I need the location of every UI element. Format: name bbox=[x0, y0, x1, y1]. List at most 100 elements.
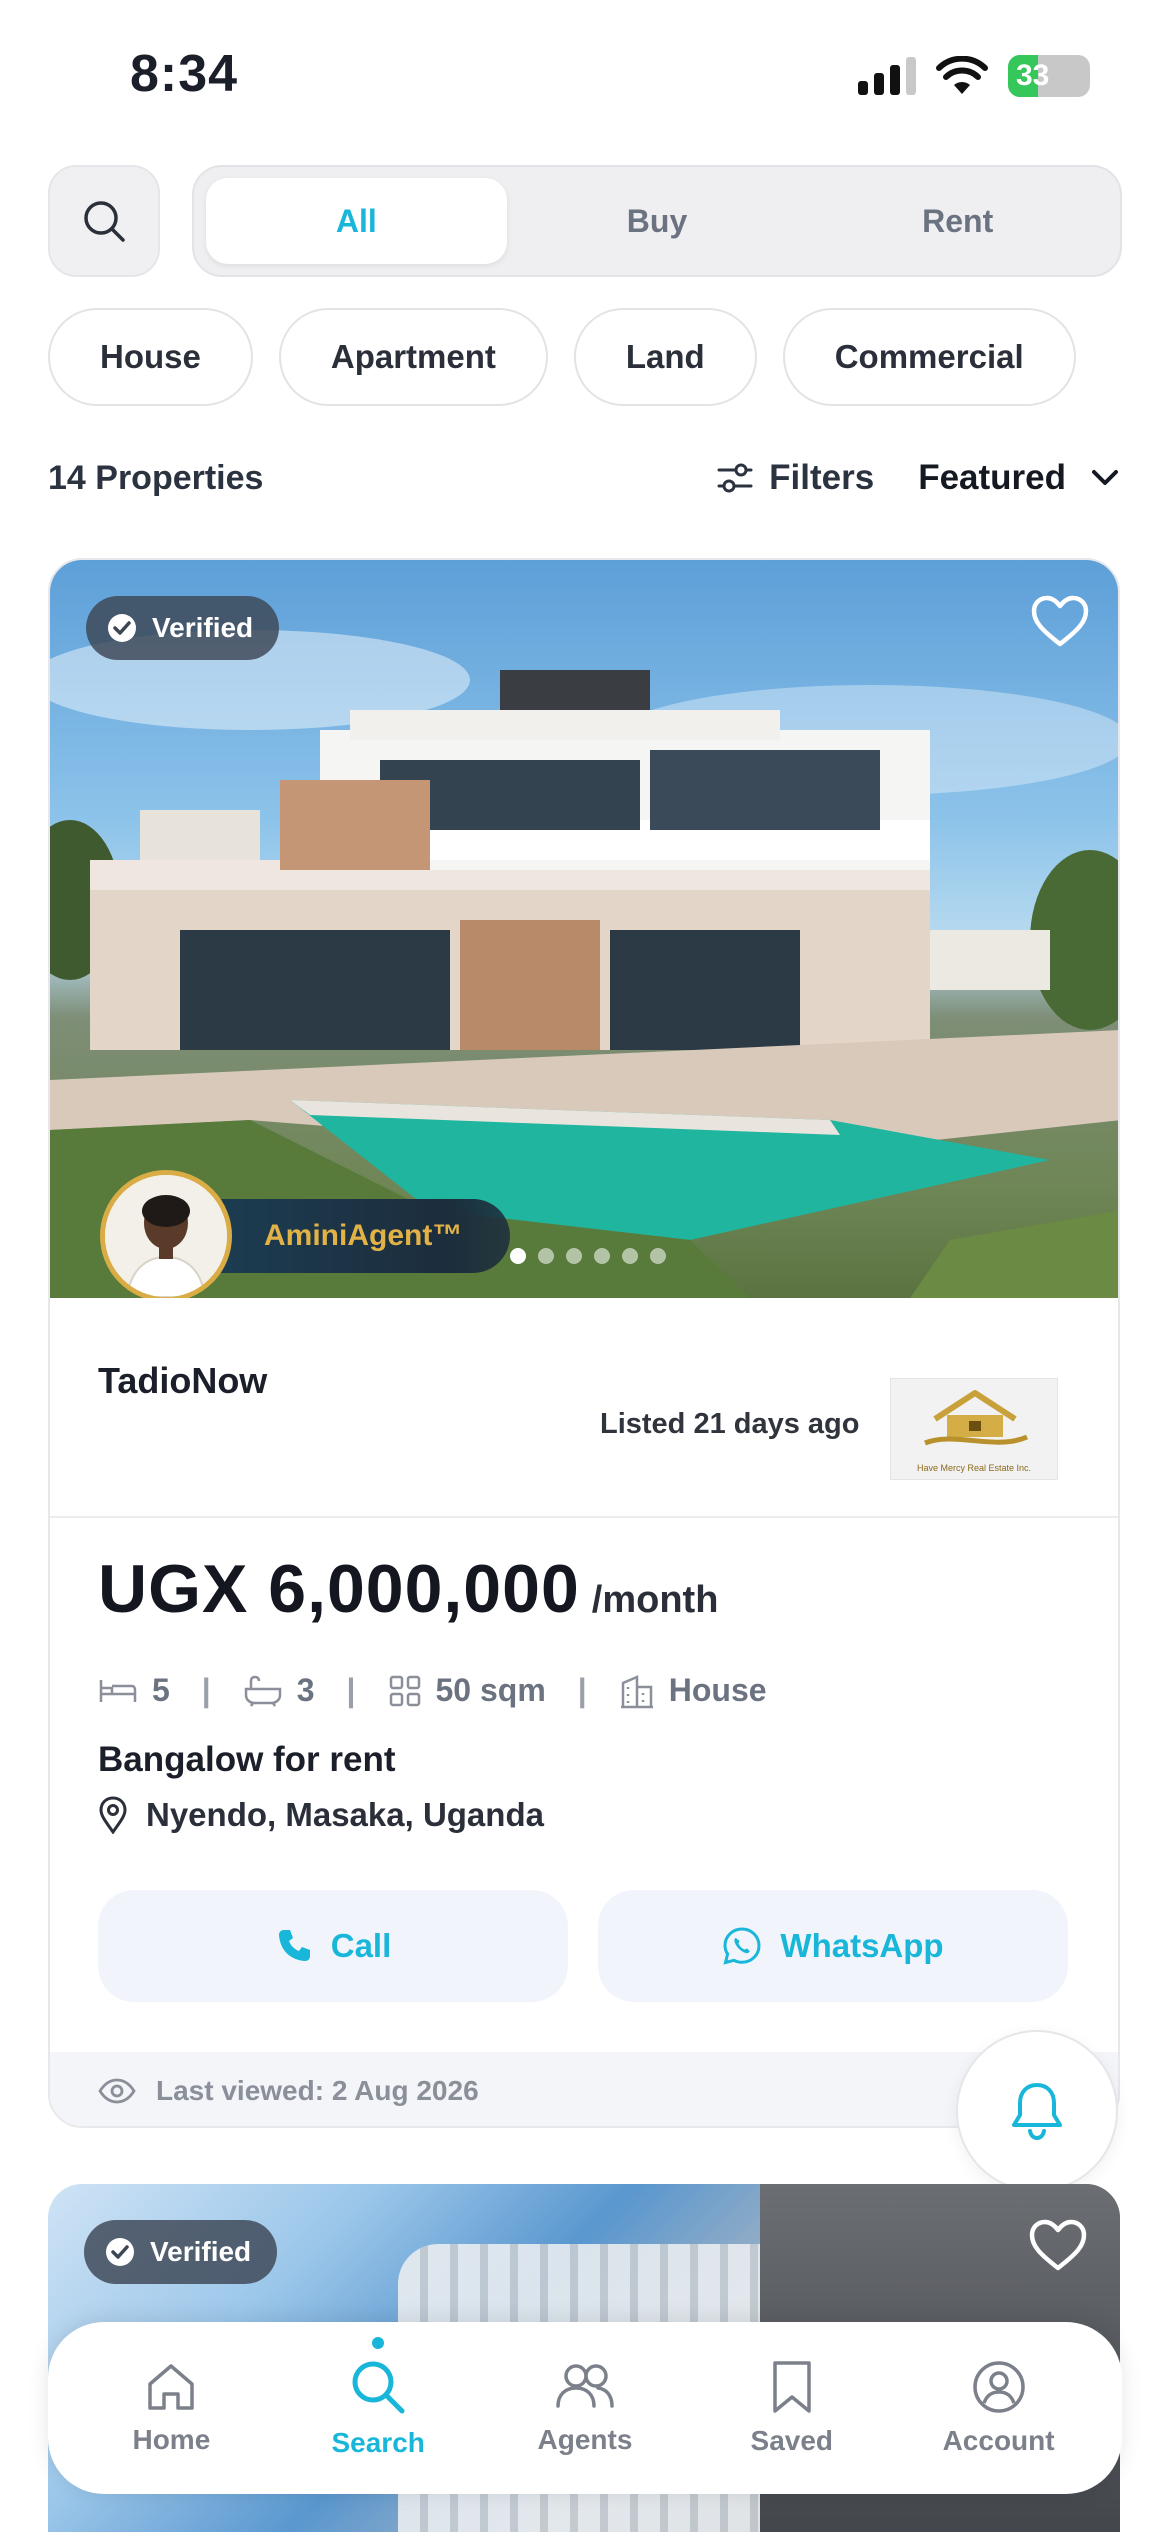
agency-logo[interactable]: Have Mercy Real Estate Inc. bbox=[890, 1378, 1058, 1480]
agents-icon bbox=[556, 2364, 614, 2408]
photo-dot[interactable] bbox=[622, 1248, 638, 1264]
area-value: 50 sqm bbox=[435, 1672, 546, 1708]
card-divider bbox=[50, 1516, 1118, 1518]
chip-apartment[interactable]: Apartment bbox=[278, 308, 548, 406]
agent-name: AminiAgent™ bbox=[208, 1199, 511, 1273]
alerts-button[interactable] bbox=[956, 2030, 1118, 2192]
phone-icon bbox=[278, 1930, 310, 1961]
whatsapp-label: WhatsApp bbox=[780, 1927, 944, 1964]
results-bar: 14 Properties Filters Featured bbox=[48, 450, 1120, 506]
battery-level: 33 bbox=[1016, 59, 1050, 92]
verified-label: Verified bbox=[152, 612, 254, 643]
listing-type-segment: All Buy Rent bbox=[192, 165, 1122, 277]
bottom-nav: Home Search Agents Saved Account bbox=[48, 2322, 1122, 2494]
verified-label: Verified bbox=[150, 2236, 252, 2267]
listing-title[interactable]: Bangalow for rent bbox=[98, 1740, 396, 1780]
photo-dot[interactable] bbox=[510, 1248, 526, 1264]
nav-search-label: Search bbox=[331, 2427, 425, 2458]
search-icon bbox=[84, 201, 125, 242]
segment-rent[interactable]: Rent bbox=[807, 178, 1108, 264]
favorite-heart-icon[interactable] bbox=[1028, 2218, 1088, 2274]
chevron-down-icon bbox=[1092, 470, 1118, 485]
bell-icon bbox=[1012, 2083, 1062, 2141]
active-indicator-dot bbox=[372, 2337, 385, 2349]
sliders-icon bbox=[717, 463, 753, 493]
nav-agents[interactable]: Agents bbox=[490, 2360, 680, 2456]
listed-date: Listed 21 days ago bbox=[600, 1408, 860, 1440]
agency-name[interactable]: TadioNow bbox=[98, 1360, 267, 1402]
location-text: Nyendo, Masaka, Uganda bbox=[146, 1796, 544, 1833]
listing-location: Nyendo, Masaka, Uganda bbox=[98, 1796, 544, 1834]
sort-label: Featured bbox=[918, 458, 1066, 497]
agent-pill[interactable]: AminiAgent™ bbox=[100, 1170, 511, 1298]
spec-separator: | bbox=[346, 1672, 356, 1708]
segment-buy[interactable]: Buy bbox=[507, 178, 808, 264]
results-count: 14 Properties bbox=[48, 458, 264, 497]
nav-saved[interactable]: Saved bbox=[697, 2359, 887, 2457]
listing-photo[interactable]: Verified AminiAgent™ bbox=[50, 560, 1118, 1298]
status-time: 8:34 bbox=[130, 45, 239, 103]
photo-dot[interactable] bbox=[538, 1248, 554, 1264]
category-chips: House Apartment Land Commercial bbox=[48, 308, 1076, 406]
photo-dot[interactable] bbox=[650, 1248, 666, 1264]
price-amount: UGX 6,000,000 bbox=[98, 1551, 580, 1627]
bookmark-icon bbox=[773, 2361, 811, 2413]
property-specs: 5 | 3 | 50 sqm | House bbox=[98, 1672, 767, 1709]
battery-icon: 33 bbox=[1008, 55, 1090, 97]
whatsapp-button[interactable]: WhatsApp bbox=[598, 1890, 1068, 2002]
spec-separator: | bbox=[577, 1672, 587, 1708]
last-viewed-text: Last viewed: 2 Aug 2026 bbox=[156, 2075, 479, 2106]
baths-count: 3 bbox=[296, 1672, 315, 1708]
bath-icon bbox=[244, 1675, 281, 1707]
beds-count: 5 bbox=[152, 1672, 170, 1708]
price-period: /month bbox=[591, 1579, 719, 1621]
bed-icon bbox=[99, 1679, 137, 1702]
contact-actions: Call WhatsApp bbox=[98, 1890, 1068, 2002]
search-icon bbox=[352, 2361, 405, 2414]
call-button[interactable]: Call bbox=[98, 1890, 568, 2002]
nav-account[interactable]: Account bbox=[904, 2359, 1094, 2457]
eye-icon bbox=[98, 2078, 136, 2104]
verified-badge: Verified bbox=[86, 596, 280, 660]
location-pin-icon bbox=[99, 1796, 127, 1834]
status-icons: 33 bbox=[858, 55, 1090, 97]
photo-dot[interactable] bbox=[594, 1248, 610, 1264]
nav-saved-label: Saved bbox=[750, 2425, 834, 2456]
building-icon bbox=[620, 1674, 653, 1708]
signal-icon bbox=[858, 57, 916, 95]
nav-agents-label: Agents bbox=[537, 2424, 633, 2455]
listing-card[interactable]: Verified AminiAgent™ TadioNow Listed 21 … bbox=[48, 558, 1120, 2128]
area-icon bbox=[389, 1675, 420, 1706]
account-icon bbox=[972, 2361, 1025, 2413]
nav-home-label: Home bbox=[132, 2424, 211, 2455]
chip-house[interactable]: House bbox=[48, 308, 253, 406]
price: UGX 6,000,000 /month bbox=[98, 1550, 718, 1628]
segment-all[interactable]: All bbox=[206, 178, 507, 264]
wifi-icon bbox=[936, 56, 988, 94]
chip-land[interactable]: Land bbox=[573, 308, 757, 406]
agency-logo-house-icon bbox=[924, 1390, 1028, 1446]
property-type: House bbox=[668, 1672, 767, 1708]
nav-account-label: Account bbox=[942, 2425, 1055, 2456]
photo-pagination bbox=[510, 1248, 666, 1264]
spec-separator: | bbox=[201, 1672, 211, 1708]
agency-logo-caption: Have Mercy Real Estate Inc. bbox=[916, 1463, 1032, 1473]
home-icon bbox=[148, 2364, 195, 2410]
agent-portrait bbox=[105, 1175, 227, 1297]
filters-button[interactable]: Filters bbox=[717, 458, 874, 498]
status-bar: 8:34 33 bbox=[0, 0, 1170, 150]
favorite-heart-icon[interactable] bbox=[1030, 594, 1090, 650]
call-label: Call bbox=[330, 1927, 392, 1964]
photo-dot[interactable] bbox=[566, 1248, 582, 1264]
agent-avatar bbox=[100, 1170, 232, 1298]
verified-check-icon bbox=[106, 2238, 134, 2266]
filters-label: Filters bbox=[769, 458, 875, 497]
chip-commercial[interactable]: Commercial bbox=[782, 308, 1076, 406]
whatsapp-icon bbox=[723, 1927, 761, 1965]
nav-home[interactable]: Home bbox=[76, 2360, 266, 2456]
search-button[interactable] bbox=[48, 165, 160, 277]
nav-search[interactable]: Search bbox=[283, 2337, 473, 2459]
verified-check-icon bbox=[108, 614, 136, 642]
verified-badge: Verified bbox=[84, 2220, 278, 2284]
sort-dropdown[interactable]: Featured bbox=[918, 458, 1120, 498]
